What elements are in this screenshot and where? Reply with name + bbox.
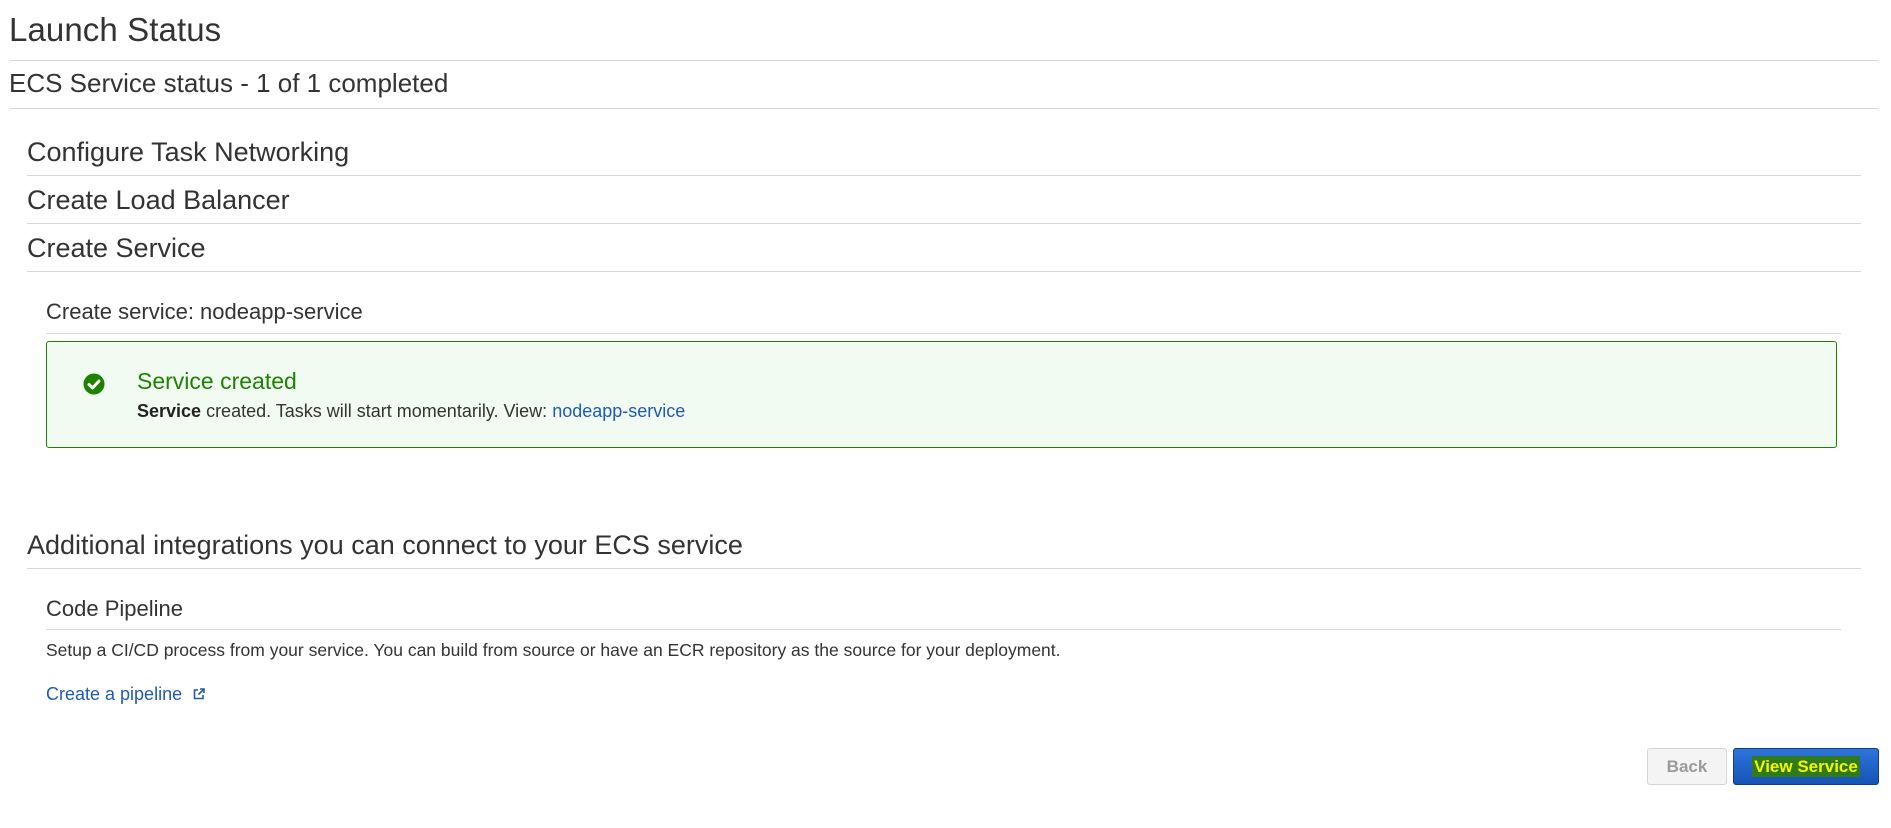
page-title: Launch Status [9, 11, 222, 48]
divider [27, 271, 1861, 272]
create-service-heading: Create service: nodeapp-service [46, 299, 363, 324]
external-link-icon[interactable] [192, 687, 206, 701]
step-create-service[interactable]: Create Service [27, 233, 206, 264]
success-alert: Service created Service created. Tasks w… [46, 341, 1837, 448]
divider [27, 223, 1861, 224]
back-button[interactable]: Back [1647, 748, 1727, 785]
divider [27, 175, 1861, 176]
alert-title: Service created [137, 368, 297, 394]
alert-body-text: created. Tasks will start momentarily. V… [201, 401, 553, 421]
view-service-button[interactable]: View Service [1733, 748, 1879, 785]
alert-body-bold: Service [137, 401, 202, 421]
integrations-heading: Additional integrations you can connect … [27, 530, 743, 560]
launch-status-page: Launch Status ECS Service status - 1 of … [0, 0, 1891, 828]
alert-body: Service created. Tasks will start moment… [137, 401, 685, 422]
code-pipeline-description: Setup a CI/CD process from your service.… [46, 640, 1061, 660]
service-link[interactable]: nodeapp-service [552, 401, 685, 421]
step-configure-task-networking[interactable]: Configure Task Networking [27, 137, 349, 168]
code-pipeline-title: Code Pipeline [46, 596, 183, 621]
service-status-title: ECS Service status - 1 of 1 completed [9, 68, 449, 98]
check-circle-icon [83, 373, 105, 395]
view-service-label: View Service [1752, 755, 1860, 777]
divider [9, 108, 1879, 109]
divider [46, 333, 1841, 334]
divider [27, 568, 1861, 569]
create-pipeline-link[interactable]: Create a pipeline [46, 684, 182, 704]
step-create-load-balancer[interactable]: Create Load Balancer [27, 185, 290, 216]
divider [46, 629, 1841, 630]
create-pipeline-link-wrapper[interactable]: Create a pipeline [46, 684, 206, 705]
divider [9, 60, 1879, 61]
